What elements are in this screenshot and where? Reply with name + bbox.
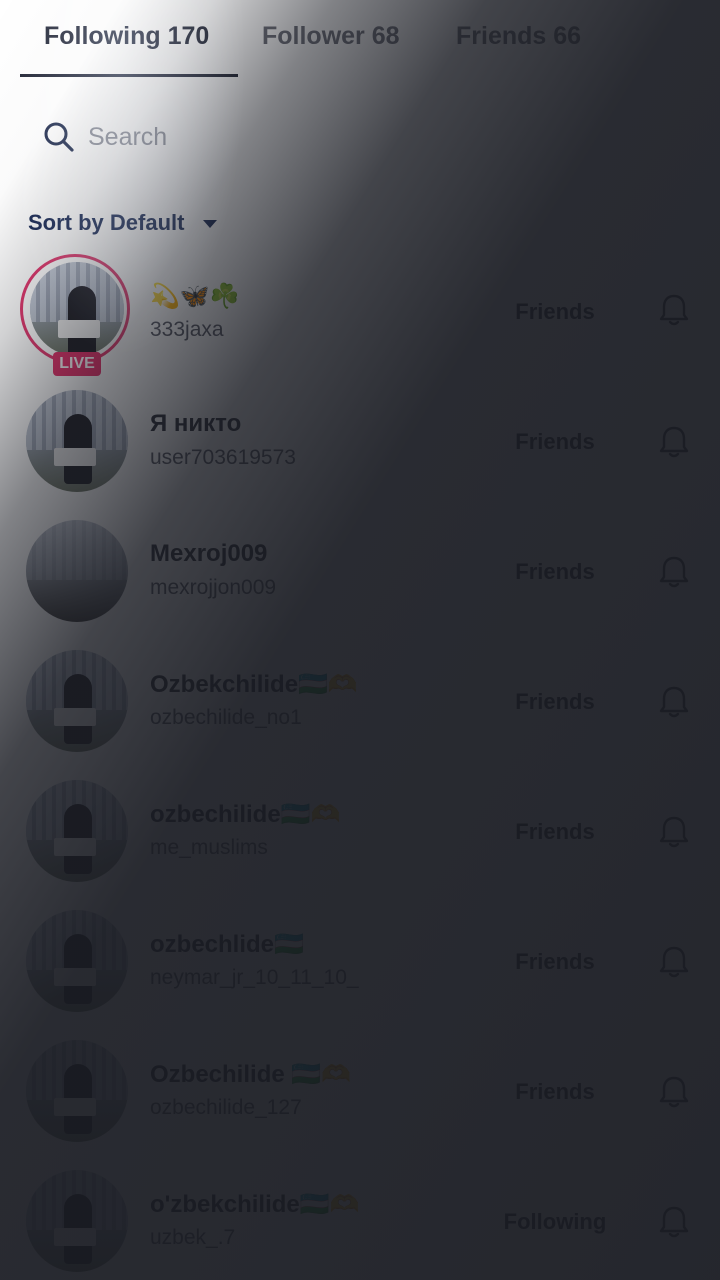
search-icon bbox=[44, 122, 74, 152]
following-list-screen: Following 170 Follower 68 Friends 66 Sor… bbox=[0, 0, 720, 1280]
display-name: Mexroj009 bbox=[150, 540, 268, 567]
bell-icon[interactable] bbox=[656, 554, 692, 590]
avatar[interactable] bbox=[26, 650, 128, 752]
display-name: ozbechilide🇺🇿🫶 bbox=[150, 801, 341, 828]
bell-icon[interactable] bbox=[656, 424, 692, 460]
list-item[interactable]: Ozbekchilide🇺🇿🫶 ozbechilide_no1 Friends bbox=[0, 650, 720, 780]
bell-icon[interactable] bbox=[656, 814, 692, 850]
display-name: Ozbekchilide🇺🇿🫶 bbox=[150, 671, 358, 698]
list-item[interactable]: ozbechilide🇺🇿🫶 me_muslims Friends bbox=[0, 780, 720, 910]
search-input[interactable] bbox=[86, 114, 650, 160]
friends-button[interactable]: Friends bbox=[476, 678, 634, 726]
friends-button[interactable]: Friends bbox=[476, 808, 634, 856]
avatar[interactable] bbox=[26, 390, 128, 492]
friends-button[interactable]: Friends bbox=[476, 1068, 634, 1116]
caret-down-icon[interactable] bbox=[203, 220, 217, 228]
sort-dropdown[interactable]: Sort by Default bbox=[28, 210, 184, 236]
following-button[interactable]: Following bbox=[476, 1198, 634, 1246]
friends-button[interactable]: Friends bbox=[476, 288, 634, 336]
bell-icon[interactable] bbox=[656, 1204, 692, 1240]
username: ozbechilide_127 bbox=[150, 1096, 302, 1119]
username: user703619573 bbox=[150, 446, 296, 469]
display-name: Ozbechilide 🇺🇿🫶 bbox=[150, 1061, 352, 1088]
username: mexrojjon009 bbox=[150, 576, 277, 599]
friends-button[interactable]: Friends bbox=[476, 418, 634, 466]
avatar[interactable] bbox=[30, 262, 124, 356]
display-name: o'zbekchilide🇺🇿🫶 bbox=[150, 1191, 360, 1218]
display-name: ozbechlide🇺🇿 bbox=[150, 931, 304, 958]
avatar[interactable] bbox=[26, 520, 128, 622]
friends-button[interactable]: Friends bbox=[476, 548, 634, 596]
tab-bar: Following 170 Follower 68 Friends 66 bbox=[0, 0, 720, 80]
tab-following[interactable]: Following 170 bbox=[44, 22, 209, 51]
avatar[interactable] bbox=[26, 1040, 128, 1142]
bell-icon[interactable] bbox=[656, 944, 692, 980]
username: ozbechilide_no1 bbox=[150, 706, 302, 729]
live-badge: LIVE bbox=[53, 352, 101, 376]
avatar[interactable] bbox=[26, 910, 128, 1012]
bell-icon[interactable] bbox=[656, 684, 692, 720]
username: uzbek_.7 bbox=[150, 1226, 236, 1249]
username: me_muslims bbox=[150, 836, 268, 859]
list-item[interactable]: o'zbekchilide🇺🇿🫶 uzbek_.7 Following bbox=[0, 1170, 720, 1280]
active-tab-indicator bbox=[20, 74, 238, 77]
list-item[interactable]: LIVE 💫🦋☘️ 333jaxa Friends bbox=[0, 254, 720, 390]
avatar[interactable] bbox=[26, 780, 128, 882]
search-bar[interactable] bbox=[20, 102, 700, 170]
list-item[interactable]: Я никто user703619573 Friends bbox=[0, 390, 720, 520]
username: neymar_jr_10_11_10_ bbox=[150, 966, 359, 989]
list-item[interactable]: Ozbechilide 🇺🇿🫶 ozbechilide_127 Friends bbox=[0, 1040, 720, 1170]
bell-icon[interactable] bbox=[656, 1074, 692, 1110]
bell-icon[interactable] bbox=[656, 292, 692, 328]
tab-friends[interactable]: Friends 66 bbox=[456, 22, 581, 51]
friends-button[interactable]: Friends bbox=[476, 938, 634, 986]
list-item[interactable]: Mexroj009 mexrojjon009 Friends bbox=[0, 520, 720, 650]
tab-follower[interactable]: Follower 68 bbox=[262, 22, 400, 51]
list-item[interactable]: ozbechlide🇺🇿 neymar_jr_10_11_10_ Friends bbox=[0, 910, 720, 1040]
display-name: 💫🦋☘️ bbox=[150, 283, 240, 310]
avatar[interactable] bbox=[26, 1170, 128, 1272]
display-name: Я никто bbox=[150, 410, 242, 437]
username: 333jaxa bbox=[150, 318, 224, 341]
